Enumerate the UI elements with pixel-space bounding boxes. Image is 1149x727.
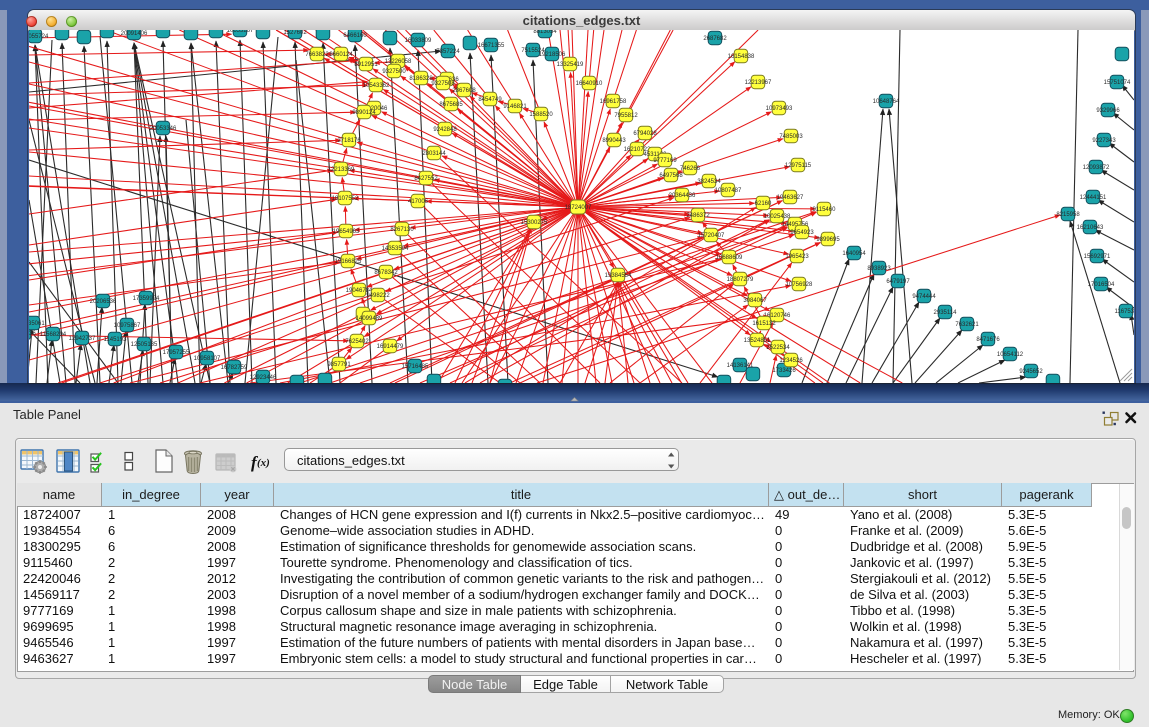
svg-text:(x): (x) (257, 457, 270, 469)
